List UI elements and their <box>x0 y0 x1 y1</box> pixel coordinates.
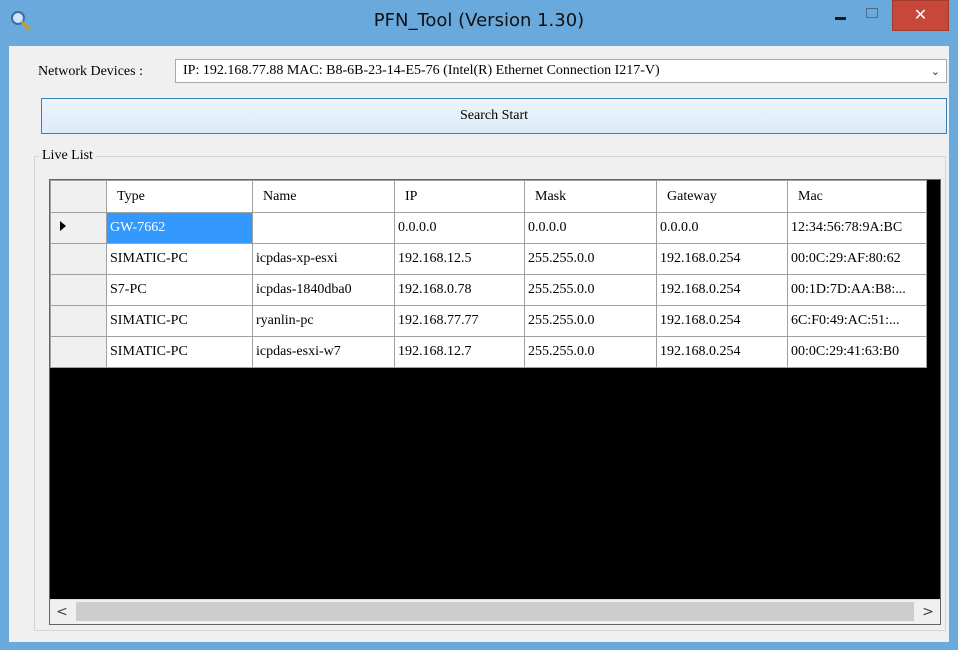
cell-gateway[interactable]: 192.168.0.254 <box>656 336 788 368</box>
app-window: PFN_Tool (Version 1.30) ✕ Network Device… <box>0 0 958 650</box>
cell-type[interactable]: SIMATIC-PC <box>106 243 253 275</box>
row-header[interactable] <box>50 212 107 244</box>
cell-ip[interactable]: 192.168.12.5 <box>394 243 525 275</box>
cell-gateway[interactable]: 192.168.0.254 <box>656 243 788 275</box>
cell-ip[interactable]: 192.168.12.7 <box>394 336 525 368</box>
header-row: Type Name IP Mask Gateway Mac <box>50 180 927 213</box>
cell-mask[interactable]: 255.255.0.0 <box>524 243 657 275</box>
column-header-type[interactable]: Type <box>106 180 253 213</box>
cell-type[interactable]: GW-7662 <box>106 212 253 244</box>
cell-mask[interactable]: 0.0.0.0 <box>524 212 657 244</box>
cell-name[interactable] <box>252 212 395 244</box>
table-row[interactable]: GW-7662 0.0.0.0 0.0.0.0 0.0.0.0 12:34:56… <box>50 212 927 244</box>
live-list-label: Live List <box>39 148 96 164</box>
row-header[interactable] <box>50 336 107 368</box>
cell-mask[interactable]: 255.255.0.0 <box>524 336 657 368</box>
network-devices-select[interactable]: IP: 192.168.77.88 MAC: B8-6B-23-14-E5-76… <box>175 59 947 83</box>
cell-type[interactable]: S7-PC <box>106 274 253 306</box>
table-row[interactable]: SIMATIC-PC ryanlin-pc 192.168.77.77 255.… <box>50 305 927 337</box>
minimize-icon <box>835 17 846 20</box>
row-header[interactable] <box>50 305 107 337</box>
cell-type[interactable]: SIMATIC-PC <box>106 336 253 368</box>
title-bar[interactable]: PFN_Tool (Version 1.30) ✕ <box>0 0 958 46</box>
cell-mask[interactable]: 255.255.0.0 <box>524 274 657 306</box>
search-start-button[interactable]: Search Start <box>41 98 947 134</box>
cell-name[interactable]: icpdas-xp-esxi <box>252 243 395 275</box>
cell-mac[interactable]: 00:0C:29:AF:80:62 <box>787 243 927 275</box>
row-header[interactable] <box>50 274 107 306</box>
cell-gateway[interactable]: 192.168.0.254 <box>656 274 788 306</box>
current-row-icon <box>60 221 66 231</box>
row-header[interactable] <box>50 243 107 275</box>
row-header-corner <box>50 180 107 213</box>
network-devices-label: Network Devices : <box>38 64 143 79</box>
scroll-left-icon[interactable]: < <box>50 600 74 624</box>
horizontal-scrollbar[interactable]: < > <box>50 599 940 624</box>
column-header-mask[interactable]: Mask <box>524 180 657 213</box>
cell-ip[interactable]: 0.0.0.0 <box>394 212 525 244</box>
scrollbar-thumb[interactable] <box>76 602 914 621</box>
close-button[interactable]: ✕ <box>892 0 949 31</box>
cell-mask[interactable]: 255.255.0.0 <box>524 305 657 337</box>
column-header-name[interactable]: Name <box>252 180 395 213</box>
scroll-right-icon[interactable]: > <box>916 600 940 624</box>
cell-type[interactable]: SIMATIC-PC <box>106 305 253 337</box>
column-header-gateway[interactable]: Gateway <box>656 180 788 213</box>
cell-mac[interactable]: 12:34:56:78:9A:BC <box>787 212 927 244</box>
column-header-mac[interactable]: Mac <box>787 180 927 213</box>
chevron-down-icon[interactable]: ⌄ <box>931 65 940 78</box>
search-start-label: Search Start <box>459 108 529 123</box>
window-title: PFN_Tool (Version 1.30) <box>373 10 585 31</box>
close-icon: ✕ <box>913 5 928 24</box>
cell-name[interactable]: icpdas-esxi-w7 <box>252 336 395 368</box>
live-list-grid[interactable]: Type Name IP Mask Gateway Mac GW-7662 0.… <box>49 179 941 625</box>
column-header-ip[interactable]: IP <box>394 180 525 213</box>
client-area: Network Devices : IP: 192.168.77.88 MAC:… <box>9 46 949 642</box>
cell-ip[interactable]: 192.168.0.78 <box>394 274 525 306</box>
table-row[interactable]: S7-PC icpdas-1840dba0 192.168.0.78 255.2… <box>50 274 927 306</box>
cell-name[interactable]: icpdas-1840dba0 <box>252 274 395 306</box>
table-row[interactable]: SIMATIC-PC icpdas-xp-esxi 192.168.12.5 2… <box>50 243 927 275</box>
cell-gateway[interactable]: 192.168.0.254 <box>656 305 788 337</box>
live-list-table: Type Name IP Mask Gateway Mac GW-7662 0.… <box>50 180 927 368</box>
minimize-button[interactable] <box>826 0 856 31</box>
cell-mac[interactable]: 6C:F0:49:AC:51:... <box>787 305 927 337</box>
cell-name[interactable]: ryanlin-pc <box>252 305 395 337</box>
maximize-button[interactable] <box>856 0 889 31</box>
table-row[interactable]: SIMATIC-PC icpdas-esxi-w7 192.168.12.7 2… <box>50 336 927 368</box>
cell-gateway[interactable]: 0.0.0.0 <box>656 212 788 244</box>
network-devices-value: IP: 192.168.77.88 MAC: B8-6B-23-14-E5-76… <box>183 63 660 78</box>
maximize-icon <box>866 8 878 18</box>
cell-mac[interactable]: 00:0C:29:41:63:B0 <box>787 336 927 368</box>
cell-ip[interactable]: 192.168.77.77 <box>394 305 525 337</box>
cell-mac[interactable]: 00:1D:7D:AA:B8:... <box>787 274 927 306</box>
